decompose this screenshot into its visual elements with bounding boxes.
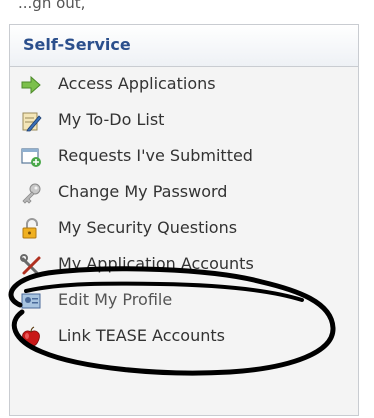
panel-header: Self-Service	[10, 25, 358, 67]
menu-item-label: My Security Questions	[58, 218, 238, 237]
red-apple-icon	[22, 326, 40, 347]
page-top-text: ...gn out,	[18, 0, 86, 12]
menu-item-security-questions[interactable]: My Security Questions	[10, 211, 358, 247]
green-arrow-icon	[21, 75, 41, 95]
tools-icon	[20, 254, 41, 275]
padlock-icon	[22, 218, 38, 239]
menu-item-change-password[interactable]: Change My Password	[10, 175, 358, 211]
menu-item-application-accounts[interactable]: My Application Accounts	[10, 247, 358, 283]
menu-item-requests-submitted[interactable]: Requests I've Submitted	[10, 139, 358, 175]
menu-item-label: Edit My Profile	[58, 290, 173, 309]
menu-item-my-todo-list[interactable]: My To-Do List	[10, 103, 358, 139]
page-top-strip: ...gn out,	[0, 0, 374, 12]
menu-item-label: My Application Accounts	[58, 254, 254, 273]
menu-item-label: Link TEASE Accounts	[58, 326, 225, 345]
notepad-pencil-icon	[22, 112, 42, 132]
menu-item-label: My To-Do List	[58, 110, 165, 129]
profile-card-icon	[21, 293, 41, 309]
self-service-panel: Self-Service Access Applications My To-D…	[9, 24, 359, 416]
menu-item-link-tease-accounts[interactable]: Link TEASE Accounts	[10, 319, 358, 355]
menu-item-access-applications[interactable]: Access Applications	[10, 67, 358, 103]
menu-item-edit-profile[interactable]: Edit My Profile	[10, 283, 358, 319]
key-icon	[22, 183, 41, 204]
menu-item-label: Requests I've Submitted	[58, 146, 253, 165]
panel-title: Self-Service	[23, 35, 131, 54]
menu-item-label: Access Applications	[58, 74, 216, 93]
menu-item-label: Change My Password	[58, 182, 228, 201]
window-add-icon	[21, 148, 41, 167]
